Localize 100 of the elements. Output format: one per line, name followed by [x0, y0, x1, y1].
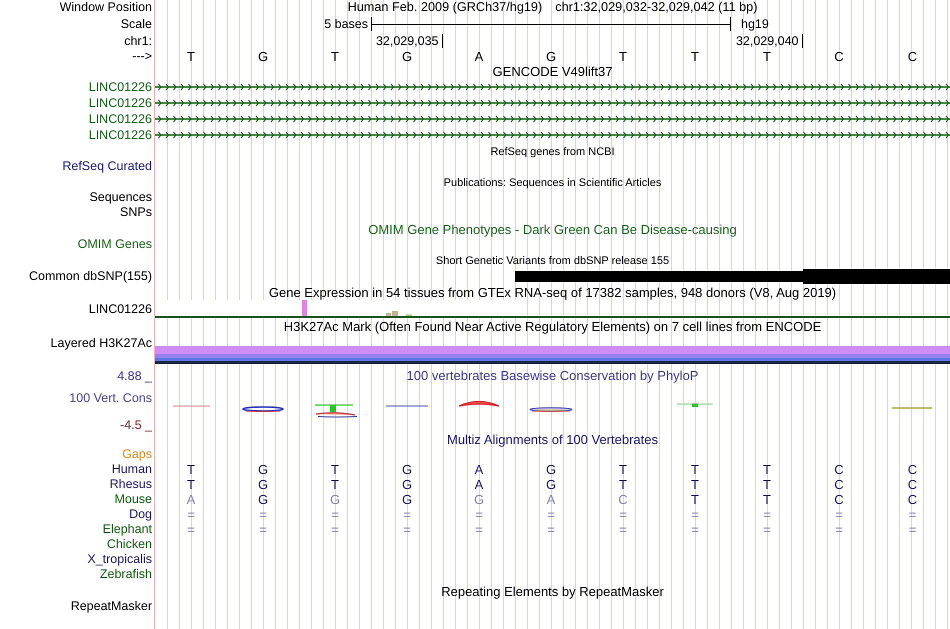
track-label[interactable]: LINC01226 [88, 80, 152, 94]
aligned-base: T [619, 478, 627, 491]
aligned-base: T [331, 478, 339, 491]
aligned-base: T [691, 493, 699, 506]
conservation-mark [242, 406, 284, 412]
track-title[interactable]: OMIM Gene Phenotypes - Dark Green Can Be Disease-causing [368, 223, 737, 236]
track-title[interactable]: GENCODE V49lift37 [492, 65, 612, 78]
aligned-base: = [331, 508, 339, 521]
aligned-base: A [474, 478, 484, 491]
aligned-base: = [475, 508, 483, 521]
aligned-base: T [763, 478, 771, 491]
track-title[interactable]: RefSeq genes from NCBI [490, 147, 615, 158]
conservation-mark [172, 405, 210, 407]
aligned-base: A [474, 463, 484, 476]
variant-bar[interactable] [803, 268, 950, 284]
aligned-base: = [763, 508, 771, 521]
aligned-base: = [908, 523, 916, 536]
track-title[interactable]: Multiz Alignments of 100 Vertebrates [446, 433, 658, 446]
aligned-base: = [403, 508, 411, 521]
aligned-base: = [475, 523, 483, 536]
aligned-base: = [187, 523, 195, 536]
base-letter: T [763, 50, 771, 63]
aligned-base: = [187, 508, 195, 521]
coordinate-label: 32,029,040 [736, 34, 798, 48]
aligned-base: = [835, 508, 843, 521]
track-label[interactable]: 100 Vert. Cons [69, 392, 152, 404]
aligned-base: = [403, 523, 411, 536]
aligned-base: C [908, 463, 918, 476]
ruler-tick [802, 34, 803, 48]
aligned-base: = [691, 523, 699, 536]
transcript-line[interactable] [155, 83, 950, 91]
track-label[interactable]: LINC01226 [88, 96, 152, 110]
aligned-base: = [908, 508, 916, 521]
aligned-base: = [259, 508, 267, 521]
aligned-base: G [402, 493, 412, 506]
aligned-base: C [618, 493, 628, 506]
aligned-base: T [187, 463, 195, 476]
variant-bar[interactable] [515, 270, 803, 282]
aligned-base: G [546, 463, 556, 476]
track-label[interactable]: LINC01226 [88, 112, 152, 126]
assembly-title: Human Feb. 2009 (GRCh37/hg19) [348, 1, 542, 14]
track-label[interactable]: LINC01226 [88, 302, 152, 316]
strand-label: ---> [132, 50, 152, 63]
conservation-mark [386, 405, 428, 407]
track-label[interactable]: RefSeq Curated [62, 160, 152, 173]
aligned-base: C [834, 478, 844, 491]
track-title[interactable]: Gene Expression in 54 tissues from GTEx RNA-seq of 17382 samples, 948 donors (V8, Aug 2019) [268, 286, 836, 299]
aligned-base: T [187, 478, 195, 491]
aligned-base: T [619, 463, 627, 476]
aligned-base: G [258, 478, 268, 491]
base-letter: G [546, 50, 556, 63]
aligned-base: = [547, 523, 555, 536]
base-letter: G [258, 50, 268, 63]
aligned-base: G [258, 493, 268, 506]
aligned-base: = [763, 523, 771, 536]
axis-min-label: -4.5 _ [120, 418, 152, 431]
track-label[interactable]: Layered H3K27Ac [50, 337, 152, 350]
track-title[interactable]: Short Genetic Variants from dbSNP release 155 [436, 256, 670, 267]
aligned-base: C [908, 493, 918, 506]
aligned-base: C [834, 463, 844, 476]
species-label: X_tropicalis [87, 553, 152, 566]
transcript-line[interactable] [155, 115, 950, 123]
track-label[interactable]: Common dbSNP(155) [29, 270, 152, 282]
species-label: Zebrafish [100, 568, 152, 581]
aligned-base: = [331, 523, 339, 536]
track-title[interactable]: H3K27Ac Mark (Often Found Near Active Regulatory Elements) on 7 cell lines from ENCODE [284, 320, 822, 333]
chromosome-label: chr1: [124, 34, 152, 48]
expression-bar [302, 300, 307, 316]
transcript-line[interactable] [155, 131, 950, 139]
track-label[interactable]: OMIM Genes [78, 238, 152, 251]
track-label[interactable]: SNPs [120, 206, 152, 219]
base-letter: C [834, 50, 844, 63]
base-letter: T [619, 50, 627, 63]
aligned-base: G [402, 463, 412, 476]
base-letter: C [908, 50, 918, 63]
track-label[interactable]: LINC01226 [88, 128, 152, 142]
aligned-base: G [330, 493, 340, 506]
aligned-base: C [908, 478, 918, 491]
aligned-base: G [402, 478, 412, 491]
species-label: Dog [129, 508, 152, 521]
track-label[interactable]: RepeatMasker [70, 600, 152, 613]
track-title[interactable]: Repeating Elements by RepeatMasker [441, 585, 664, 598]
aligned-base: = [691, 508, 699, 521]
base-letter: T [331, 50, 339, 63]
conservation-mark [529, 407, 573, 412]
track-title[interactable]: 100 vertebrates Basewise Conservation by PhyloP [406, 369, 698, 382]
base-letter: T [691, 50, 699, 63]
track-label[interactable]: Sequences [89, 191, 152, 204]
aligned-base: T [331, 463, 339, 476]
aligned-base: = [835, 523, 843, 536]
aligned-base: C [834, 493, 844, 506]
ruler-tick [442, 34, 443, 48]
transcript-line[interactable] [155, 99, 950, 107]
window-position-label: Window Position [60, 1, 152, 14]
aligned-base: T [763, 463, 771, 476]
conservation-mark [677, 403, 713, 407]
aligned-base: A [186, 493, 196, 506]
scale-label: Scale [120, 18, 152, 30]
aligned-base: T [691, 463, 699, 476]
track-title[interactable]: Publications: Sequences in Scientific Articles [444, 178, 662, 189]
